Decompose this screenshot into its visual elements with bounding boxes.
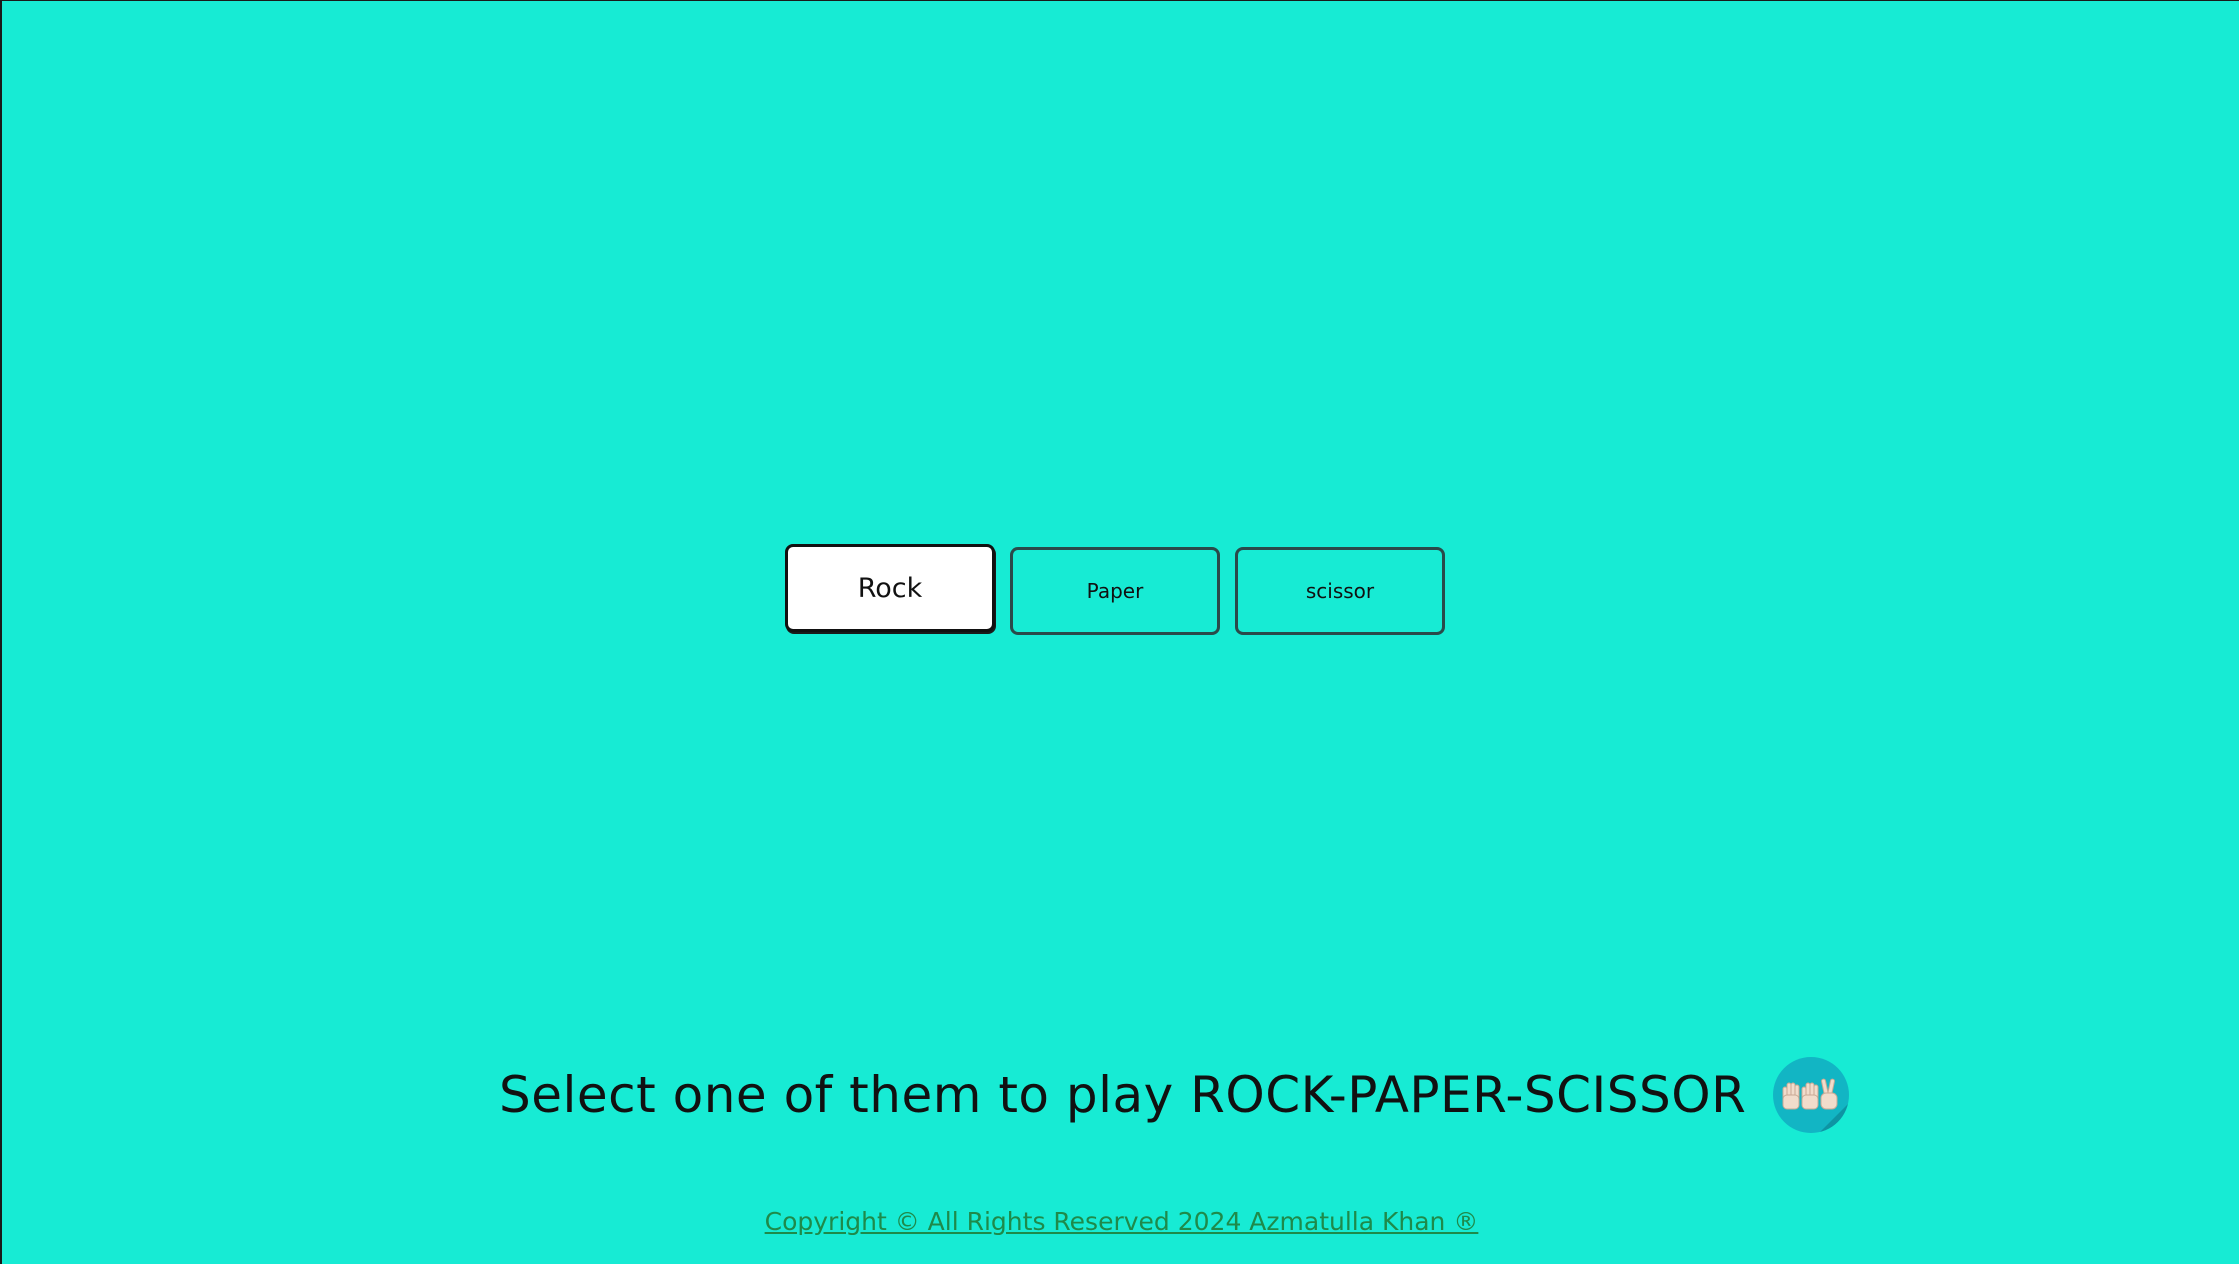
prompt-row: Select one of them to play ROCK-PAPER-SC…	[499, 1057, 1850, 1133]
choice-buttons: Rock Paper scissor	[785, 544, 1445, 635]
paper-button[interactable]: Paper	[1010, 547, 1220, 635]
rock-paper-scissors-hands-icon	[1773, 1057, 1850, 1133]
scissor-button[interactable]: scissor	[1235, 547, 1445, 635]
rock-button[interactable]: Rock	[785, 544, 995, 632]
prompt-text: Select one of them to play ROCK-PAPER-SC…	[499, 1066, 1747, 1124]
footer: Copyright © All Rights Reserved 2024 Azm…	[2, 1207, 2239, 1236]
copyright-link[interactable]: Copyright © All Rights Reserved 2024 Azm…	[765, 1207, 1479, 1236]
